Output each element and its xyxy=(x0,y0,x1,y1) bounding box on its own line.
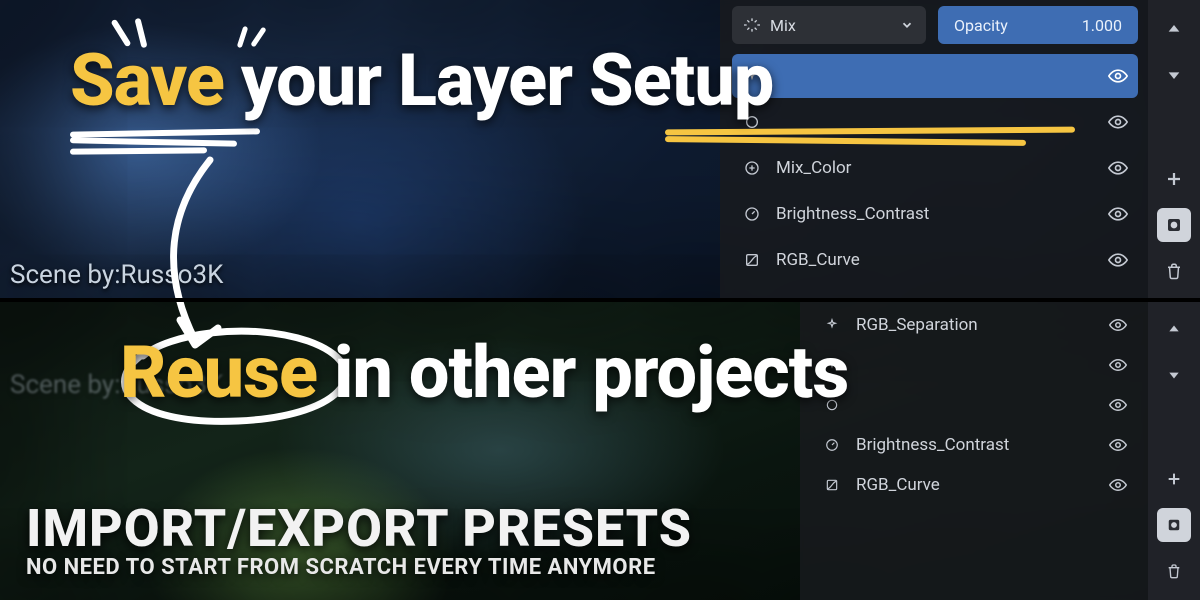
caption-subtitle: NO NEED TO START FROM SCRATCH EVERY TIME… xyxy=(26,555,692,580)
eye-icon[interactable] xyxy=(1108,158,1128,178)
curve-icon xyxy=(742,252,762,268)
layer-name: RGB_Curve xyxy=(776,250,1094,270)
chevron-down-icon xyxy=(900,18,914,32)
dial-icon xyxy=(742,206,762,222)
eye-icon[interactable] xyxy=(1108,66,1128,86)
add-layer-button[interactable] xyxy=(1157,162,1191,196)
mask-button[interactable] xyxy=(1157,208,1191,242)
layer-name: Mix_Color xyxy=(776,158,1094,178)
eye-icon[interactable] xyxy=(1108,112,1128,132)
layer-row[interactable]: Brightness_Contrast xyxy=(732,192,1138,236)
accent-ticks-icon xyxy=(234,26,284,56)
layer-row[interactable] xyxy=(812,346,1138,384)
opacity-slider[interactable]: Opacity 1.000 xyxy=(938,6,1138,44)
blend-row: Mix Opacity 1.000 xyxy=(732,6,1138,44)
layer-panel-main: RGB_Separation Brightness_Contrast xyxy=(800,300,1148,600)
layer-row[interactable]: Brightness_Contrast xyxy=(812,426,1138,464)
layer-name: RGB_Separation xyxy=(856,315,1094,335)
underline-yellow-icon xyxy=(665,128,1075,150)
headline-top-rest: your Layer Setup xyxy=(224,38,773,123)
layer-list-top: Mix_Color Brightness_Contrast RGB_Curve xyxy=(732,54,1138,282)
layer-panel-top: Mix Opacity 1.000 xyxy=(720,0,1200,300)
eye-icon[interactable] xyxy=(1108,476,1128,494)
move-down-button[interactable] xyxy=(1157,358,1191,392)
layer-name: RGB_Curve xyxy=(856,475,1094,495)
layer-tools-bot xyxy=(1148,300,1200,600)
add-layer-button[interactable] xyxy=(1157,462,1191,496)
headline-bot-rest: in other projects xyxy=(317,330,848,415)
blend-mode-label: Mix xyxy=(770,16,796,35)
layer-list-bot: RGB_Separation Brightness_Contrast xyxy=(812,306,1138,504)
eye-icon[interactable] xyxy=(1108,250,1128,270)
layer-row[interactable]: RGB_Separation xyxy=(812,306,1138,344)
move-up-button[interactable] xyxy=(1157,12,1191,46)
dial-icon xyxy=(822,438,842,452)
headline-bot: Reuse in other projects xyxy=(120,330,848,415)
mask-button[interactable] xyxy=(1157,508,1191,542)
caption-title: IMPORT/EXPORT PRESETS xyxy=(26,498,692,559)
headline-bot-accent: Reuse xyxy=(120,330,317,415)
eye-icon[interactable] xyxy=(1108,316,1128,334)
underline-white-icon xyxy=(70,130,260,154)
layer-row[interactable]: RGB_Curve xyxy=(812,466,1138,504)
layer-panel-main: Mix Opacity 1.000 xyxy=(720,0,1148,300)
eye-icon[interactable] xyxy=(1108,436,1128,454)
delete-layer-button[interactable] xyxy=(1157,254,1191,288)
opacity-value: 1.000 xyxy=(1082,16,1122,35)
move-up-button[interactable] xyxy=(1157,312,1191,346)
delete-layer-button[interactable] xyxy=(1157,554,1191,588)
eye-icon[interactable] xyxy=(1108,204,1128,224)
eye-icon[interactable] xyxy=(1108,396,1128,414)
scene-credit-top: Scene by:Russo3K xyxy=(10,260,223,290)
move-down-button[interactable] xyxy=(1157,58,1191,92)
half-divider xyxy=(0,298,1200,302)
layer-name: Brightness_Contrast xyxy=(776,204,1094,224)
headline-top-accent: Save xyxy=(70,38,224,123)
layer-row[interactable]: Mix_Color xyxy=(732,146,1138,190)
opacity-label: Opacity xyxy=(954,16,1008,35)
plus-icon xyxy=(742,160,762,176)
layer-row[interactable] xyxy=(812,386,1138,424)
caption: IMPORT/EXPORT PRESETS NO NEED TO START F… xyxy=(26,498,692,580)
layer-row[interactable]: RGB_Curve xyxy=(732,238,1138,282)
headline-top: Save your Layer Setup xyxy=(70,38,773,123)
curve-icon xyxy=(822,478,842,492)
layer-name: Brightness_Contrast xyxy=(856,435,1094,455)
layer-panel-bot: RGB_Separation Brightness_Contrast xyxy=(800,300,1200,600)
sparkle-icon xyxy=(744,17,760,33)
layer-tools-top xyxy=(1148,0,1200,300)
layer-row[interactable] xyxy=(732,54,1138,98)
eye-icon[interactable] xyxy=(1108,356,1128,374)
